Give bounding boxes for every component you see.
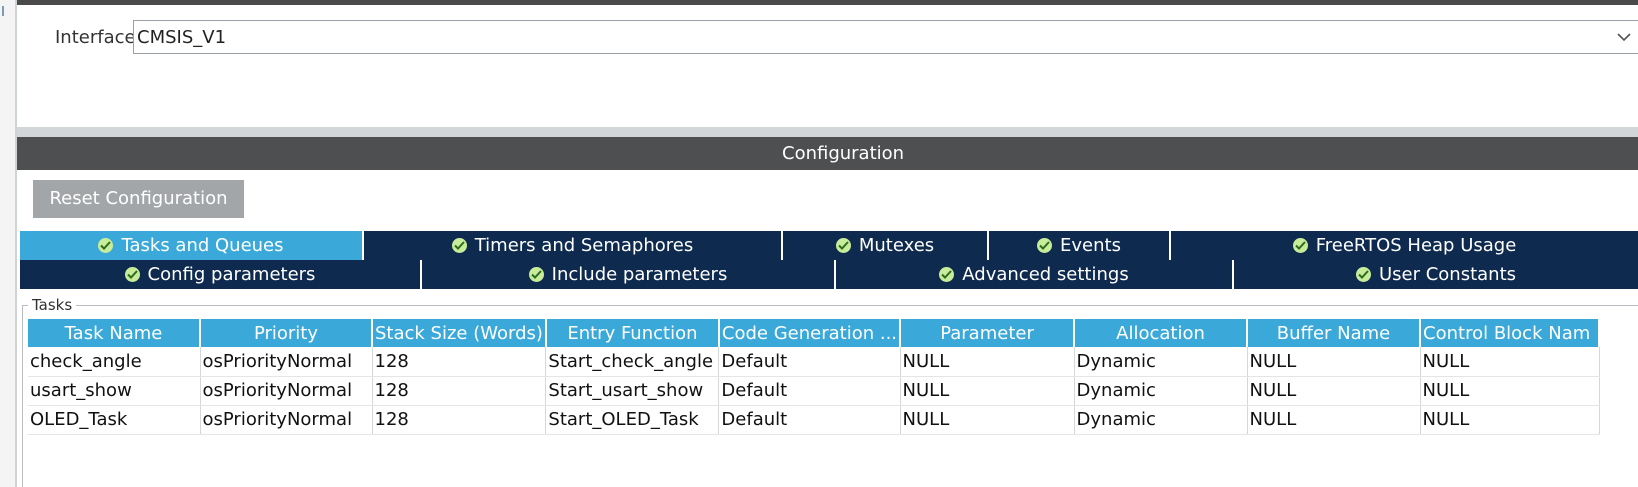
tab-row-2: Config parameters Include parameters Adv…: [20, 260, 1638, 289]
table-row[interactable]: check_angle osPriorityNormal 128 Start_c…: [28, 347, 1600, 377]
cell-buffer-name[interactable]: NULL: [1247, 405, 1421, 435]
interface-select[interactable]: CMSIS_V1: [133, 20, 1638, 54]
column-header-buffer-name[interactable]: Buffer Name: [1247, 319, 1422, 347]
cell-allocation[interactable]: Dynamic: [1074, 347, 1248, 377]
tab-label: Timers and Semaphores: [474, 235, 694, 256]
tab-user-constants[interactable]: User Constants: [1234, 260, 1638, 289]
tab-timers-and-semaphores[interactable]: Timers and Semaphores: [364, 231, 783, 260]
cell-buffer-name[interactable]: NULL: [1247, 347, 1421, 377]
interface-label: Interface: [55, 27, 136, 48]
tab-label: FreeRTOS Heap Usage: [1315, 235, 1517, 256]
column-header-task-name[interactable]: Task Name: [28, 319, 201, 347]
check-circle-icon: [1355, 267, 1371, 282]
column-header-allocation[interactable]: Allocation: [1074, 319, 1249, 347]
left-gutter: [0, 0, 17, 487]
column-header-stack-size[interactable]: Stack Size (Words): [372, 319, 547, 347]
reset-configuration-button[interactable]: Reset Configuration: [33, 180, 244, 218]
cell-code-generation[interactable]: Default: [718, 405, 901, 435]
interface-panel: Interface CMSIS_V1: [17, 5, 1638, 127]
cell-stack-size[interactable]: 128: [372, 405, 547, 435]
tab-label: Events: [1060, 235, 1121, 256]
column-header-code-generation[interactable]: Code Generation ...: [718, 319, 902, 347]
cell-task-name[interactable]: OLED_Task: [28, 405, 201, 435]
cell-code-generation[interactable]: Default: [718, 347, 901, 377]
tab-label: Tasks and Queues: [121, 235, 284, 256]
check-circle-icon: [528, 267, 544, 282]
configuration-header: Configuration: [17, 137, 1638, 170]
check-circle-icon: [124, 267, 140, 282]
tab-config-parameters[interactable]: Config parameters: [20, 260, 422, 289]
cell-priority[interactable]: osPriorityNormal: [200, 376, 373, 406]
cell-priority[interactable]: osPriorityNormal: [200, 347, 373, 377]
check-circle-icon: [939, 267, 955, 282]
tab-label: Config parameters: [147, 264, 316, 285]
interface-select-value: CMSIS_V1: [137, 27, 227, 48]
table-row[interactable]: OLED_Task osPriorityNormal 128 Start_OLE…: [28, 405, 1600, 435]
cell-entry-function[interactable]: Start_check_angle: [545, 347, 720, 377]
check-circle-icon: [451, 238, 467, 253]
column-header-parameter[interactable]: Parameter: [900, 319, 1076, 347]
column-header-entry-function[interactable]: Entry Function: [545, 319, 720, 347]
chevron-down-icon: [1617, 33, 1631, 42]
cell-code-generation[interactable]: Default: [718, 376, 901, 406]
tab-label: User Constants: [1378, 264, 1517, 285]
cell-task-name[interactable]: check_angle: [28, 347, 201, 377]
cell-control-block-name[interactable]: NULL: [1420, 347, 1600, 377]
check-circle-icon: [98, 238, 114, 253]
cell-parameter[interactable]: NULL: [900, 376, 1075, 406]
cell-parameter[interactable]: NULL: [900, 347, 1075, 377]
tasks-group-title: Tasks: [28, 296, 77, 314]
tab-label: Mutexes: [858, 235, 935, 256]
cell-parameter[interactable]: NULL: [900, 405, 1075, 435]
tab-tasks-and-queues[interactable]: Tasks and Queues: [20, 231, 364, 260]
tasks-table: Task Name Priority Stack Size (Words) En…: [28, 319, 1601, 435]
cell-entry-function[interactable]: Start_OLED_Task: [545, 405, 720, 435]
cell-allocation[interactable]: Dynamic: [1074, 376, 1248, 406]
gutter-marker: [2, 6, 4, 16]
tab-events[interactable]: Events: [989, 231, 1171, 260]
table-row[interactable]: usart_show osPriorityNormal 128 Start_us…: [28, 376, 1600, 406]
tab-freertos-heap-usage[interactable]: FreeRTOS Heap Usage: [1171, 231, 1638, 260]
cell-stack-size[interactable]: 128: [372, 376, 547, 406]
tab-mutexes[interactable]: Mutexes: [783, 231, 989, 260]
column-header-priority[interactable]: Priority: [200, 319, 373, 347]
tab-advanced-settings[interactable]: Advanced settings: [836, 260, 1234, 289]
cell-priority[interactable]: osPriorityNormal: [200, 405, 373, 435]
cell-allocation[interactable]: Dynamic: [1074, 405, 1248, 435]
tab-include-parameters[interactable]: Include parameters: [422, 260, 836, 289]
column-header-control-block-name[interactable]: Control Block Nam: [1420, 319, 1601, 347]
tab-row-1: Tasks and Queues Timers and Semaphores M…: [20, 231, 1638, 260]
cell-buffer-name[interactable]: NULL: [1247, 376, 1421, 406]
check-circle-icon: [835, 238, 851, 253]
check-circle-icon: [1037, 238, 1053, 253]
cell-stack-size[interactable]: 128: [372, 347, 547, 377]
cell-control-block-name[interactable]: NULL: [1420, 405, 1600, 435]
cell-task-name[interactable]: usart_show: [28, 376, 201, 406]
tab-label: Advanced settings: [962, 264, 1129, 285]
panel-separator: [17, 127, 1638, 137]
table-header-row: Task Name Priority Stack Size (Words) En…: [28, 319, 1601, 347]
tab-label: Include parameters: [551, 264, 728, 285]
configuration-title: Configuration: [782, 143, 905, 164]
cell-control-block-name[interactable]: NULL: [1420, 376, 1600, 406]
check-circle-icon: [1292, 238, 1308, 253]
cell-entry-function[interactable]: Start_usart_show: [545, 376, 720, 406]
